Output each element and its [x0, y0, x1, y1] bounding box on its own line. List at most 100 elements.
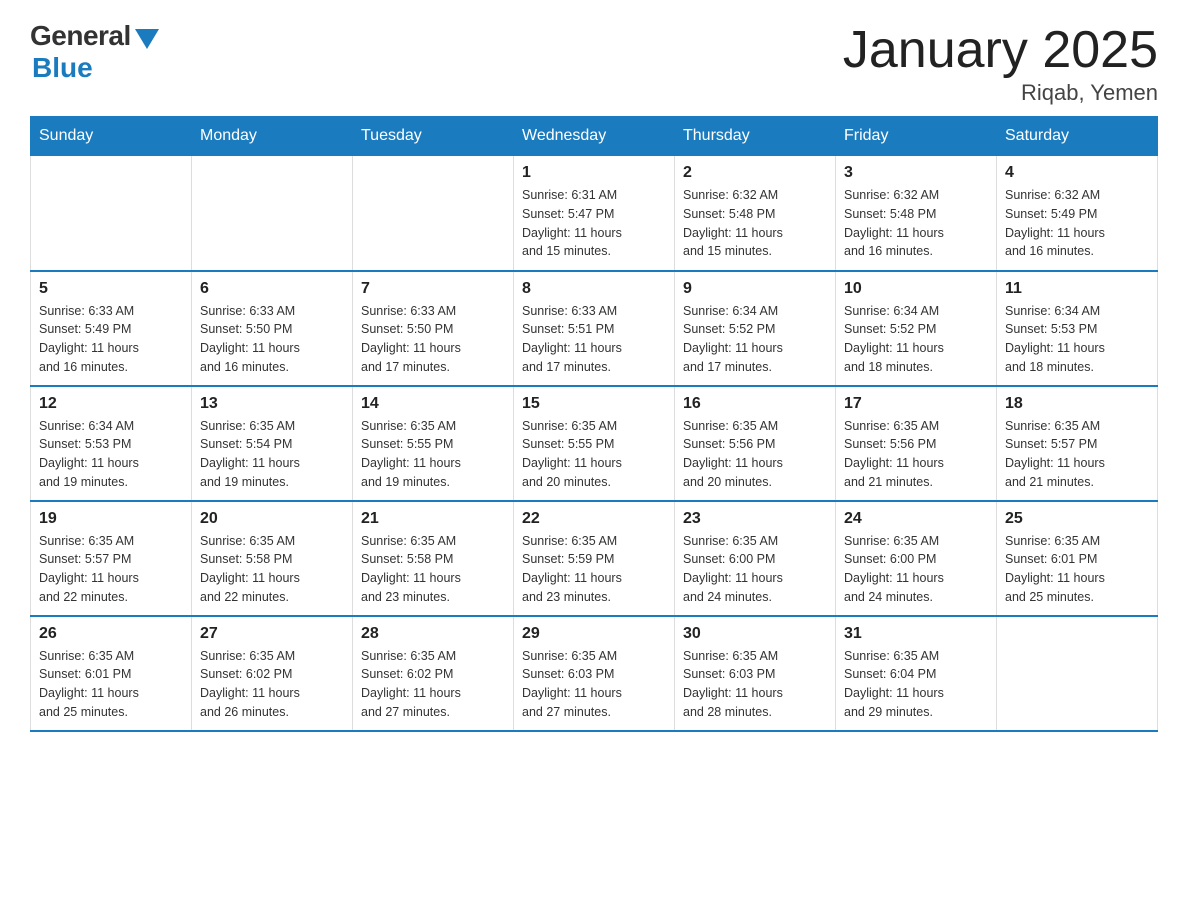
calendar-cell: 10 Sunrise: 6:34 AM Sunset: 5:52 PM Dayli…: [836, 271, 997, 386]
calendar-cell: 8Sunrise: 6:33 AM Sunset: 5:51 PM Daylig…: [514, 271, 675, 386]
day-number: 23: [683, 510, 827, 528]
day-number: 14: [361, 395, 505, 413]
day-number: 5: [39, 280, 183, 298]
day-info: Sunrise: 6:33 AM Sunset: 5:50 PM Dayligh…: [200, 302, 344, 377]
day-info: Sunrise: 6:35 AM Sunset: 5:56 PM Dayligh…: [844, 417, 988, 492]
day-info: Sunrise: 6:34 AM Sunset: 5:53 PM Dayligh…: [39, 417, 183, 492]
calendar-header: SundayMondayTuesdayWednesdayThursdayFrid…: [31, 117, 1158, 156]
day-header-sunday: Sunday: [31, 117, 192, 156]
calendar-week-4: 19 Sunrise: 6:35 AM Sunset: 5:57 PM Dayli…: [31, 501, 1158, 616]
calendar-cell: 12 Sunrise: 6:34 AM Sunset: 5:53 PM Dayli…: [31, 386, 192, 501]
day-info: Sunrise: 6:32 AM Sunset: 5:48 PM Dayligh…: [844, 186, 988, 261]
day-info: Sunrise: 6:35 AM Sunset: 5:58 PM Dayligh…: [200, 532, 344, 607]
day-info: Sunrise: 6:34 AM Sunset: 5:52 PM Dayligh…: [844, 302, 988, 377]
calendar-cell: 13 Sunrise: 6:35 AM Sunset: 5:54 PM Dayli…: [192, 386, 353, 501]
day-number: 24: [844, 510, 988, 528]
calendar-cell: 31 Sunrise: 6:35 AM Sunset: 6:04 PM Dayli…: [836, 616, 997, 731]
calendar-week-1: 1Sunrise: 6:31 AM Sunset: 5:47 PM Daylig…: [31, 156, 1158, 271]
calendar-cell: 7 Sunrise: 6:33 AM Sunset: 5:50 PM Daylig…: [353, 271, 514, 386]
day-number: 19: [39, 510, 183, 528]
day-number: 31: [844, 625, 988, 643]
day-number: 21: [361, 510, 505, 528]
day-number: 29: [522, 625, 666, 643]
day-header-wednesday: Wednesday: [514, 117, 675, 156]
day-number: 13: [200, 395, 344, 413]
calendar-cell: 24 Sunrise: 6:35 AM Sunset: 6:00 PM Dayli…: [836, 501, 997, 616]
calendar-cell: 20Sunrise: 6:35 AM Sunset: 5:58 PM Dayli…: [192, 501, 353, 616]
calendar-cell: 9 Sunrise: 6:34 AM Sunset: 5:52 PM Daylig…: [675, 271, 836, 386]
calendar-cell: 25 Sunrise: 6:35 AM Sunset: 6:01 PM Dayli…: [997, 501, 1158, 616]
day-info: Sunrise: 6:32 AM Sunset: 5:48 PM Dayligh…: [683, 186, 827, 261]
calendar-cell: 16Sunrise: 6:35 AM Sunset: 5:56 PM Dayli…: [675, 386, 836, 501]
calendar-cell: [192, 156, 353, 271]
day-info: Sunrise: 6:34 AM Sunset: 5:52 PM Dayligh…: [683, 302, 827, 377]
calendar-cell: [997, 616, 1158, 731]
logo-triangle-icon: [135, 29, 159, 49]
day-info: Sunrise: 6:35 AM Sunset: 6:04 PM Dayligh…: [844, 647, 988, 722]
day-info: Sunrise: 6:31 AM Sunset: 5:47 PM Dayligh…: [522, 186, 666, 261]
day-info: Sunrise: 6:35 AM Sunset: 5:55 PM Dayligh…: [361, 417, 505, 492]
calendar-cell: 2 Sunrise: 6:32 AM Sunset: 5:48 PM Daylig…: [675, 156, 836, 271]
calendar-cell: 23 Sunrise: 6:35 AM Sunset: 6:00 PM Dayli…: [675, 501, 836, 616]
day-info: Sunrise: 6:34 AM Sunset: 5:53 PM Dayligh…: [1005, 302, 1149, 377]
day-number: 2: [683, 164, 827, 182]
day-info: Sunrise: 6:35 AM Sunset: 5:57 PM Dayligh…: [39, 532, 183, 607]
day-header-friday: Friday: [836, 117, 997, 156]
month-title: January 2025: [843, 20, 1158, 80]
calendar-week-5: 26Sunrise: 6:35 AM Sunset: 6:01 PM Dayli…: [31, 616, 1158, 731]
day-header-thursday: Thursday: [675, 117, 836, 156]
calendar-cell: 18 Sunrise: 6:35 AM Sunset: 5:57 PM Dayli…: [997, 386, 1158, 501]
day-header-saturday: Saturday: [997, 117, 1158, 156]
calendar-cell: 15Sunrise: 6:35 AM Sunset: 5:55 PM Dayli…: [514, 386, 675, 501]
day-number: 7: [361, 280, 505, 298]
calendar-cell: 1Sunrise: 6:31 AM Sunset: 5:47 PM Daylig…: [514, 156, 675, 271]
day-header-monday: Monday: [192, 117, 353, 156]
day-number: 17: [844, 395, 988, 413]
day-info: Sunrise: 6:35 AM Sunset: 5:54 PM Dayligh…: [200, 417, 344, 492]
calendar-cell: 19 Sunrise: 6:35 AM Sunset: 5:57 PM Dayli…: [31, 501, 192, 616]
calendar-cell: 27Sunrise: 6:35 AM Sunset: 6:02 PM Dayli…: [192, 616, 353, 731]
day-number: 8: [522, 280, 666, 298]
calendar-cell: 21Sunrise: 6:35 AM Sunset: 5:58 PM Dayli…: [353, 501, 514, 616]
day-number: 25: [1005, 510, 1149, 528]
day-number: 3: [844, 164, 988, 182]
day-number: 16: [683, 395, 827, 413]
calendar-cell: [353, 156, 514, 271]
day-header-tuesday: Tuesday: [353, 117, 514, 156]
day-info: Sunrise: 6:35 AM Sunset: 5:59 PM Dayligh…: [522, 532, 666, 607]
calendar-table: SundayMondayTuesdayWednesdayThursdayFrid…: [30, 116, 1158, 732]
day-info: Sunrise: 6:35 AM Sunset: 5:55 PM Dayligh…: [522, 417, 666, 492]
day-info: Sunrise: 6:35 AM Sunset: 6:01 PM Dayligh…: [1005, 532, 1149, 607]
location: Riqab, Yemen: [843, 80, 1158, 106]
logo-general-text: General: [30, 20, 131, 52]
header-row: SundayMondayTuesdayWednesdayThursdayFrid…: [31, 117, 1158, 156]
day-info: Sunrise: 6:32 AM Sunset: 5:49 PM Dayligh…: [1005, 186, 1149, 261]
day-number: 6: [200, 280, 344, 298]
calendar-cell: 11 Sunrise: 6:34 AM Sunset: 5:53 PM Dayli…: [997, 271, 1158, 386]
day-info: Sunrise: 6:35 AM Sunset: 5:57 PM Dayligh…: [1005, 417, 1149, 492]
day-info: Sunrise: 6:35 AM Sunset: 6:03 PM Dayligh…: [683, 647, 827, 722]
day-info: Sunrise: 6:35 AM Sunset: 6:03 PM Dayligh…: [522, 647, 666, 722]
calendar-cell: 29 Sunrise: 6:35 AM Sunset: 6:03 PM Dayli…: [514, 616, 675, 731]
logo-blue-text: Blue: [32, 52, 93, 84]
day-number: 12: [39, 395, 183, 413]
day-number: 9: [683, 280, 827, 298]
day-info: Sunrise: 6:35 AM Sunset: 6:00 PM Dayligh…: [844, 532, 988, 607]
logo: General Blue: [30, 20, 159, 84]
calendar-cell: 6 Sunrise: 6:33 AM Sunset: 5:50 PM Daylig…: [192, 271, 353, 386]
calendar-cell: 30 Sunrise: 6:35 AM Sunset: 6:03 PM Dayli…: [675, 616, 836, 731]
day-info: Sunrise: 6:35 AM Sunset: 6:01 PM Dayligh…: [39, 647, 183, 722]
day-number: 10: [844, 280, 988, 298]
day-info: Sunrise: 6:33 AM Sunset: 5:50 PM Dayligh…: [361, 302, 505, 377]
calendar-cell: 26Sunrise: 6:35 AM Sunset: 6:01 PM Dayli…: [31, 616, 192, 731]
day-number: 30: [683, 625, 827, 643]
calendar-week-3: 12 Sunrise: 6:34 AM Sunset: 5:53 PM Dayli…: [31, 386, 1158, 501]
calendar-cell: [31, 156, 192, 271]
calendar-cell: 17 Sunrise: 6:35 AM Sunset: 5:56 PM Dayli…: [836, 386, 997, 501]
calendar-cell: 5Sunrise: 6:33 AM Sunset: 5:49 PM Daylig…: [31, 271, 192, 386]
day-number: 27: [200, 625, 344, 643]
calendar-body: 1Sunrise: 6:31 AM Sunset: 5:47 PM Daylig…: [31, 156, 1158, 731]
day-info: Sunrise: 6:35 AM Sunset: 6:00 PM Dayligh…: [683, 532, 827, 607]
day-number: 18: [1005, 395, 1149, 413]
day-number: 11: [1005, 280, 1149, 298]
